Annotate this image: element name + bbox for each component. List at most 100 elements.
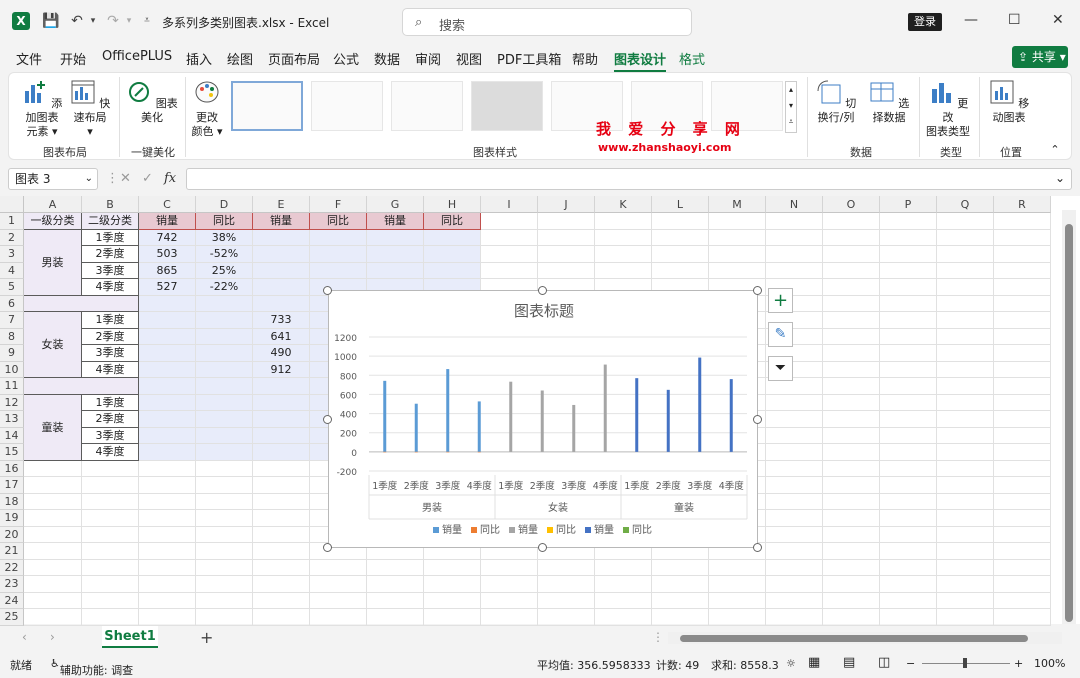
chart-style-2[interactable] [311, 81, 383, 131]
table-header-cell[interactable]: 销量 [367, 213, 424, 230]
zoom-slider-thumb[interactable] [963, 658, 967, 668]
empty-data-cell[interactable] [253, 427, 310, 444]
cell[interactable] [937, 229, 994, 246]
resize-handle-s[interactable] [538, 543, 547, 552]
tab-page-layout[interactable]: 页面布局 [268, 49, 320, 68]
cell[interactable] [766, 229, 823, 246]
cell[interactable] [880, 477, 937, 494]
row-header[interactable]: 10 [0, 361, 24, 378]
cell[interactable] [880, 526, 937, 543]
cell[interactable] [937, 510, 994, 527]
column-header[interactable]: R [994, 196, 1051, 213]
cell[interactable] [82, 559, 139, 576]
cell[interactable] [310, 559, 367, 576]
change-chart-type-button[interactable]: 更改 图表类型 [923, 79, 973, 139]
cell[interactable] [880, 609, 937, 626]
cell[interactable] [139, 526, 196, 543]
empty-data-cell[interactable] [424, 229, 481, 246]
cell[interactable] [538, 213, 595, 230]
empty-data-cell[interactable] [139, 411, 196, 428]
cell[interactable] [823, 378, 880, 395]
cell[interactable] [709, 229, 766, 246]
chart-elements-plus-icon[interactable]: + [768, 288, 793, 313]
name-box[interactable]: 图表 3 ⌄ [8, 168, 98, 190]
cell[interactable] [937, 493, 994, 510]
cell[interactable] [937, 394, 994, 411]
empty-data-cell[interactable] [196, 345, 253, 362]
cell[interactable] [766, 576, 823, 593]
cell[interactable] [766, 609, 823, 626]
cell[interactable] [937, 295, 994, 312]
row-header[interactable]: 2 [0, 229, 24, 246]
minimize-icon[interactable]: — [964, 12, 978, 28]
cell[interactable] [937, 312, 994, 329]
quarter-cell[interactable]: 4季度 [82, 444, 139, 461]
cancel-icon[interactable]: ✕ [120, 171, 131, 186]
cell[interactable] [367, 576, 424, 593]
cell[interactable] [652, 213, 709, 230]
cell[interactable] [937, 444, 994, 461]
cell[interactable] [994, 229, 1051, 246]
cell[interactable] [139, 510, 196, 527]
cell[interactable] [196, 576, 253, 593]
cell[interactable] [766, 213, 823, 230]
row-header[interactable]: 3 [0, 246, 24, 263]
cell[interactable] [709, 559, 766, 576]
data-cell[interactable]: 503 [139, 246, 196, 263]
row-header[interactable]: 24 [0, 592, 24, 609]
cell[interactable] [937, 477, 994, 494]
cell[interactable] [709, 246, 766, 263]
data-cell[interactable]: -52% [196, 246, 253, 263]
page-break-view-icon[interactable]: ◫ [878, 655, 890, 670]
enter-icon[interactable]: ✓ [142, 171, 153, 186]
cell[interactable] [994, 345, 1051, 362]
tab-formulas[interactable]: 公式 [333, 49, 359, 68]
cell[interactable] [196, 493, 253, 510]
empty-data-cell[interactable] [139, 361, 196, 378]
cell[interactable] [994, 246, 1051, 263]
cell[interactable] [367, 609, 424, 626]
empty-data-cell[interactable] [367, 229, 424, 246]
cell[interactable] [937, 427, 994, 444]
cell[interactable] [766, 477, 823, 494]
cell[interactable] [367, 592, 424, 609]
cell[interactable] [538, 576, 595, 593]
empty-data-cell[interactable] [253, 229, 310, 246]
tab-insert[interactable]: 插入 [186, 49, 212, 68]
cell[interactable] [709, 262, 766, 279]
cell[interactable] [538, 559, 595, 576]
normal-view-icon[interactable]: ▦ [808, 655, 820, 670]
empty-data-cell[interactable] [196, 394, 253, 411]
cell[interactable] [82, 576, 139, 593]
cell[interactable] [880, 361, 937, 378]
column-header[interactable]: F [310, 196, 367, 213]
cell[interactable] [24, 526, 82, 543]
cell[interactable] [310, 609, 367, 626]
cell[interactable] [253, 576, 310, 593]
cell[interactable] [823, 411, 880, 428]
separator-cell[interactable] [24, 378, 139, 395]
quarter-cell[interactable]: 2季度 [82, 246, 139, 263]
cell[interactable] [595, 213, 652, 230]
data-cell[interactable]: 742 [139, 229, 196, 246]
cell[interactable] [880, 427, 937, 444]
cell[interactable] [880, 411, 937, 428]
column-header[interactable]: E [253, 196, 310, 213]
cell[interactable] [937, 378, 994, 395]
cell[interactable] [823, 559, 880, 576]
row-header[interactable]: 1 [0, 213, 24, 230]
column-header[interactable]: G [367, 196, 424, 213]
cell[interactable] [24, 543, 82, 560]
cell[interactable] [994, 378, 1051, 395]
close-icon[interactable]: ✕ [1052, 12, 1064, 28]
zoom-out-icon[interactable]: − [906, 657, 915, 670]
cell[interactable] [994, 427, 1051, 444]
row-header[interactable]: 9 [0, 345, 24, 362]
cell[interactable] [82, 493, 139, 510]
quarter-cell[interactable]: 2季度 [82, 328, 139, 345]
cell[interactable] [709, 592, 766, 609]
empty-data-cell[interactable] [310, 246, 367, 263]
cell[interactable] [823, 444, 880, 461]
row-header[interactable]: 16 [0, 460, 24, 477]
data-cell[interactable]: 865 [139, 262, 196, 279]
